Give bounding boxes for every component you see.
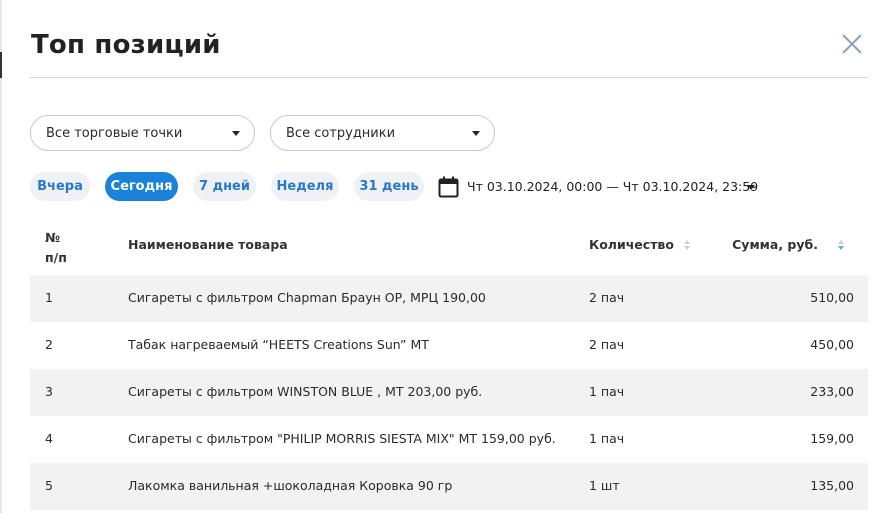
row-sum: 510,00: [810, 290, 854, 305]
row-num: 3: [45, 384, 53, 399]
caret-down-icon: [472, 131, 480, 136]
background-edge: [0, 0, 2, 513]
modal-header: Топ позиций: [30, 0, 868, 78]
column-header-num-line1: №: [45, 230, 61, 245]
points-select[interactable]: Все торговые точки: [30, 115, 255, 151]
row-qty: 1 пач: [589, 384, 625, 399]
row-name: Табак нагреваемый “HEETS Creations Sun” …: [128, 337, 429, 352]
column-header-name: Наименование товара: [128, 237, 288, 252]
column-header-num: № п/п: [45, 228, 67, 268]
calendar-icon: [438, 176, 459, 198]
column-header-num-line2: п/п: [45, 250, 67, 265]
period-31days-button[interactable]: 31 день: [354, 172, 424, 201]
row-name: Сигареты с фильтром WINSTON BLUE , МТ 20…: [128, 384, 483, 399]
points-select-value: Все торговые точки: [46, 126, 183, 141]
background-mark: [0, 52, 2, 78]
table-row[interactable]: 3 Сигареты с фильтром WINSTON BLUE , МТ …: [30, 369, 868, 416]
row-qty: 1 пач: [589, 431, 625, 446]
row-qty: 2 пач: [589, 337, 625, 352]
period-today-button[interactable]: Сегодня: [105, 172, 178, 201]
table-header: № п/п Наименование товара Количество Сум…: [30, 222, 868, 275]
staff-select-value: Все сотрудники: [286, 126, 396, 141]
modal-title: Топ позиций: [31, 30, 221, 60]
caret-down-icon: [747, 185, 755, 190]
row-sum: 450,00: [810, 337, 854, 352]
table-row[interactable]: 4 Сигареты с фильтром "PHILIP MORRIS SIE…: [30, 416, 868, 463]
row-qty: 2 пач: [589, 290, 625, 305]
close-icon: [842, 34, 862, 54]
row-sum: 233,00: [810, 384, 854, 399]
period-7days-button[interactable]: 7 дней: [193, 172, 256, 201]
top-items-table: № п/п Наименование товара Количество Сум…: [30, 222, 868, 510]
table-row[interactable]: 5 Лакомка ванильная +шоколадная Коровка …: [30, 463, 868, 510]
row-num: 4: [45, 431, 53, 446]
row-sum: 135,00: [810, 478, 854, 493]
table-row[interactable]: 2 Табак нагреваемый “HEETS Creations Sun…: [30, 322, 868, 369]
sort-icon[interactable]: [838, 240, 846, 252]
sort-icon[interactable]: [684, 240, 692, 252]
row-name: Сигареты с фильтром Chapman Браун ОР, МР…: [128, 290, 486, 305]
caret-down-icon: [232, 131, 240, 136]
row-num: 5: [45, 478, 53, 493]
period-week-button[interactable]: Неделя: [271, 172, 339, 201]
table-row[interactable]: 1 Сигареты с фильтром Chapman Браун ОР, …: [30, 275, 868, 322]
column-header-qty[interactable]: Количество: [589, 237, 674, 252]
date-range-text: Чт 03.10.2024, 00:00 — Чт 03.10.2024, 23…: [467, 179, 759, 194]
staff-select[interactable]: Все сотрудники: [270, 115, 495, 151]
row-qty: 1 шт: [589, 478, 620, 493]
column-header-sum[interactable]: Сумма, руб.: [732, 237, 818, 252]
row-sum: 159,00: [810, 431, 854, 446]
row-name: Сигареты с фильтром "PHILIP MORRIS SIEST…: [128, 431, 556, 446]
close-button[interactable]: [840, 32, 864, 56]
row-name: Лакомка ванильная +шоколадная Коровка 90…: [128, 478, 453, 493]
period-yesterday-button[interactable]: Вчера: [30, 172, 90, 201]
row-num: 1: [45, 290, 53, 305]
row-num: 2: [45, 337, 53, 352]
